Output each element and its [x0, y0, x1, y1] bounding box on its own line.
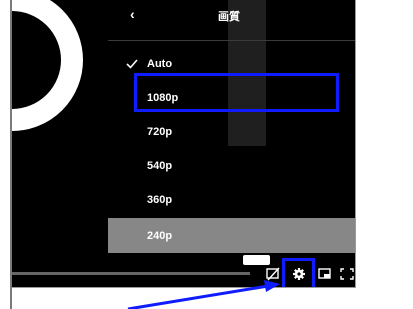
annotation-arrow: [127, 280, 280, 309]
